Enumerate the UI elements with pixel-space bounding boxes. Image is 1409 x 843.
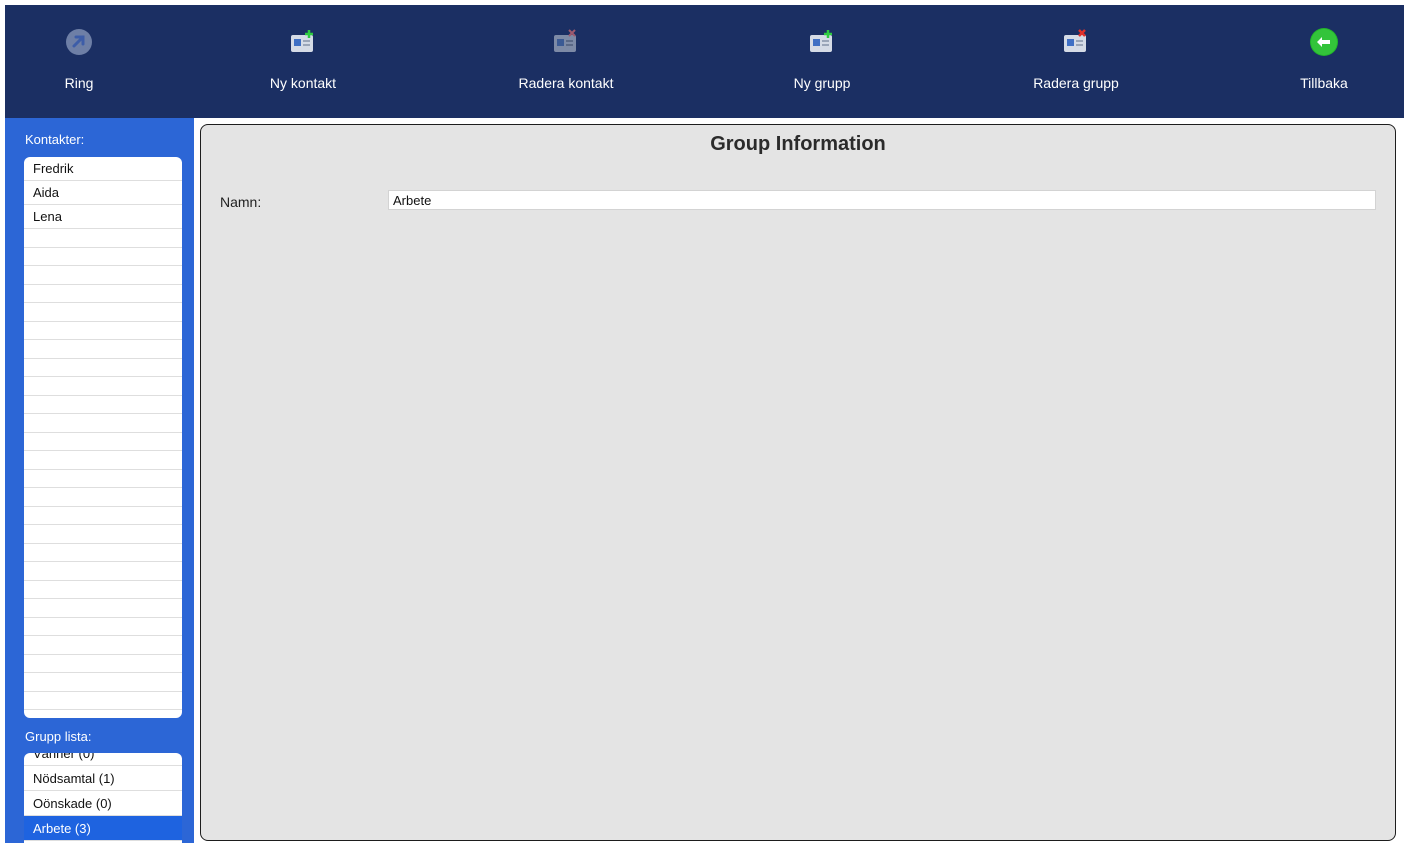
group-information-panel: Group Information Namn: [200, 124, 1396, 841]
empty-list-row [24, 340, 182, 359]
group-item[interactable]: Arbete (3) [24, 816, 182, 841]
delete-group-icon [1064, 29, 1086, 52]
add-contact-icon [291, 30, 313, 52]
name-label: Namn: [220, 194, 262, 210]
empty-list-row [24, 322, 182, 340]
empty-list-row [24, 229, 182, 248]
empty-list-row [24, 544, 182, 562]
empty-list-row [24, 470, 182, 488]
name-input[interactable] [388, 190, 1376, 210]
new-contact-label: Ny kontakt [269, 75, 337, 91]
back-arrow-icon [1310, 28, 1338, 56]
empty-list-row [24, 433, 182, 451]
ring-label: Ring [64, 75, 94, 91]
delete-contact-button[interactable]: Radera kontakt [486, 5, 646, 118]
empty-list-row [24, 618, 182, 636]
delete-contact-label: Radera kontakt [518, 75, 614, 91]
empty-list-row [24, 359, 182, 377]
back-label: Tillbaka [1300, 75, 1348, 91]
empty-list-row [24, 507, 182, 525]
empty-list-row [24, 285, 182, 303]
new-contact-button[interactable]: Ny kontakt [223, 5, 383, 118]
add-group-icon [810, 30, 832, 52]
phone-icon [66, 29, 92, 55]
new-group-label: Ny grupp [793, 75, 851, 91]
new-group-button[interactable]: Ny grupp [742, 5, 902, 118]
delete-contact-icon [554, 29, 576, 52]
group-item[interactable]: Vänner (0) [24, 753, 182, 766]
empty-list-row [24, 451, 182, 470]
empty-list-row [24, 599, 182, 618]
app-window: Ring Ny kontakt Radera kontakt Ny grupp … [0, 0, 1409, 843]
empty-list-row [24, 673, 182, 692]
group-item[interactable]: Nödsamtal (1) [24, 766, 182, 791]
empty-list-row [24, 581, 182, 599]
empty-list-row [24, 525, 182, 544]
empty-list-row [24, 303, 182, 322]
contacts-list[interactable]: Fredrik Aida Lena [24, 157, 182, 718]
toolbar: Ring Ny kontakt Radera kontakt Ny grupp … [5, 5, 1404, 118]
empty-list-row [24, 266, 182, 285]
groups-list[interactable]: Vänner (0) Nödsamtal (1) Oönskade (0) Arbet… [24, 753, 182, 843]
contacts-heading: Kontakter: [25, 132, 85, 147]
empty-list-row [24, 377, 182, 396]
empty-list-row [24, 414, 182, 433]
empty-list-row [24, 488, 182, 507]
back-button[interactable]: Tillbaka [1244, 5, 1404, 118]
group-item[interactable]: Oönskade (0) [24, 791, 182, 816]
contact-item[interactable]: Fredrik [24, 157, 182, 181]
ring-button[interactable]: Ring [0, 5, 159, 118]
contact-item[interactable]: Aida [24, 181, 182, 205]
empty-list-row [24, 655, 182, 673]
delete-group-label: Radera grupp [1033, 75, 1119, 91]
delete-group-button[interactable]: Radera grupp [996, 5, 1156, 118]
empty-list-row [24, 636, 182, 655]
panel-title: Group Information [710, 133, 886, 155]
empty-list-row [24, 562, 182, 581]
empty-list-row [24, 692, 182, 710]
contact-item[interactable]: Lena [24, 205, 182, 229]
empty-list-row [24, 248, 182, 266]
groups-heading: Grupp lista: [25, 729, 92, 744]
empty-list-row [24, 396, 182, 414]
